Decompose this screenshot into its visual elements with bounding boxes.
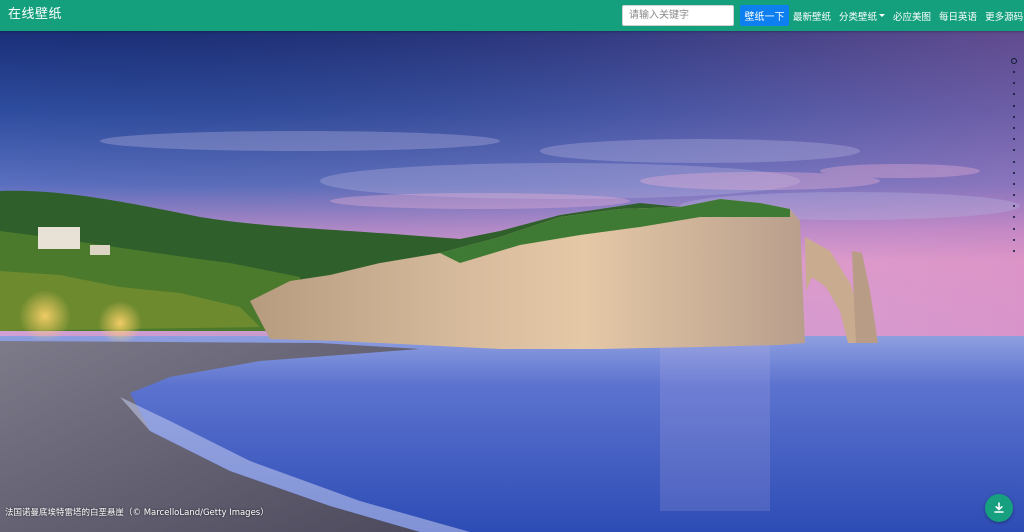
pager-dot[interactable] [1013, 182, 1015, 185]
pager-dot[interactable] [1013, 205, 1015, 208]
pager-dot[interactable] [1011, 58, 1017, 64]
cliff-seascape-illustration [0, 31, 1024, 532]
download-icon [994, 502, 1004, 513]
nav-bing-images[interactable]: 必应美图 [893, 9, 931, 23]
pager-dot[interactable] [1013, 227, 1015, 230]
pager-dot[interactable] [1013, 238, 1015, 241]
top-navbar: 在线壁纸 壁纸一下 最新壁纸 分类壁纸 必应美图 每日英语 更多源码 [0, 0, 1024, 31]
pager-dot[interactable] [1013, 250, 1015, 252]
nav-category-wallpapers-dropdown[interactable]: 分类壁纸 [839, 9, 886, 23]
pager-dot[interactable] [1013, 149, 1015, 152]
pager-dot[interactable] [1013, 138, 1015, 141]
pager-dot[interactable] [1013, 160, 1015, 163]
download-button[interactable] [985, 494, 1013, 522]
nav-more-source-code[interactable]: 更多源码 [985, 9, 1023, 23]
pager-dot[interactable] [1013, 171, 1015, 174]
search-button[interactable]: 壁纸一下 [740, 5, 789, 26]
nav-category-wallpapers-label: 分类壁纸 [839, 11, 878, 23]
search-input[interactable] [622, 5, 734, 26]
nav-more-source-code-label: 更多源码 [985, 11, 1024, 23]
pager-dot[interactable] [1013, 216, 1015, 219]
wallpaper-pager [1010, 58, 1018, 261]
nav-daily-english[interactable]: 每日英语 [939, 9, 977, 23]
nav-daily-english-label: 每日英语 [939, 11, 978, 23]
pager-dot[interactable] [1013, 82, 1015, 85]
wallpaper-caption: 法国诺曼底埃特雷塔的白垩悬崖（© MarcelloLand/Getty Imag… [5, 508, 269, 518]
nav-bing-images-label: 必应美图 [893, 11, 932, 23]
caret-down-icon [879, 14, 886, 17]
wallpaper-image [0, 31, 1024, 532]
nav-menu: 最新壁纸 分类壁纸 必应美图 每日英语 更多源码 [793, 0, 1024, 31]
pager-dot[interactable] [1013, 194, 1015, 197]
nav-latest-wallpapers[interactable]: 最新壁纸 [793, 9, 831, 23]
nav-latest-wallpapers-label: 最新壁纸 [793, 11, 832, 23]
pager-dot[interactable] [1013, 126, 1015, 129]
pager-dot[interactable] [1013, 93, 1015, 96]
site-logo-title[interactable]: 在线壁纸 [8, 6, 62, 24]
pager-dot[interactable] [1013, 115, 1015, 118]
pager-dot[interactable] [1013, 104, 1015, 107]
pager-dot[interactable] [1013, 71, 1015, 73]
